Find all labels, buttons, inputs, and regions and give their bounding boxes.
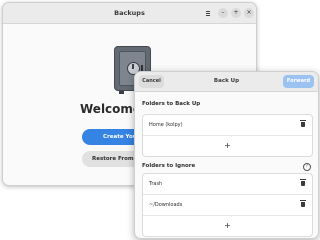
folder-label: Trash — [149, 181, 163, 187]
trash-icon[interactable] — [300, 200, 306, 207]
add-icon[interactable]: + — [143, 216, 312, 236]
help-icon[interactable]: ? — [303, 163, 311, 171]
menu-icon[interactable] — [203, 8, 213, 18]
minimize-icon[interactable]: – — [218, 8, 228, 18]
close-icon[interactable]: × — [244, 8, 254, 18]
backup-section-title: Folders to Back Up — [142, 101, 201, 107]
ignore-section-title: Folders to Ignore — [142, 163, 196, 169]
forward-button[interactable]: Forward — [283, 75, 314, 88]
dialog-headerbar: Back Up Cancel Forward — [135, 72, 318, 92]
add-ignore-folder-row[interactable]: + — [143, 216, 312, 236]
trash-icon[interactable] — [300, 179, 306, 186]
safe-foot-left — [119, 91, 124, 94]
ignore-folder-list: Trash ~/Downloads + — [142, 173, 313, 237]
cancel-button[interactable]: Cancel — [139, 75, 164, 88]
trash-icon[interactable] — [300, 120, 306, 127]
list-item: Trash — [143, 174, 312, 195]
backup-folder-list: Home (kolpy) + — [142, 114, 313, 157]
list-item: ~/Downloads — [143, 195, 312, 216]
add-icon[interactable]: + — [143, 136, 312, 156]
folder-label: Home (kolpy) — [149, 122, 183, 128]
list-item: Home (kolpy) — [143, 115, 312, 136]
add-backup-folder-row[interactable]: + — [143, 136, 312, 156]
main-headerbar: Backups – + × — [3, 3, 256, 24]
maximize-icon[interactable]: + — [231, 8, 241, 18]
backup-dialog: Back Up Cancel Forward Folders to Back U… — [134, 71, 319, 239]
folder-label: ~/Downloads — [149, 202, 183, 208]
